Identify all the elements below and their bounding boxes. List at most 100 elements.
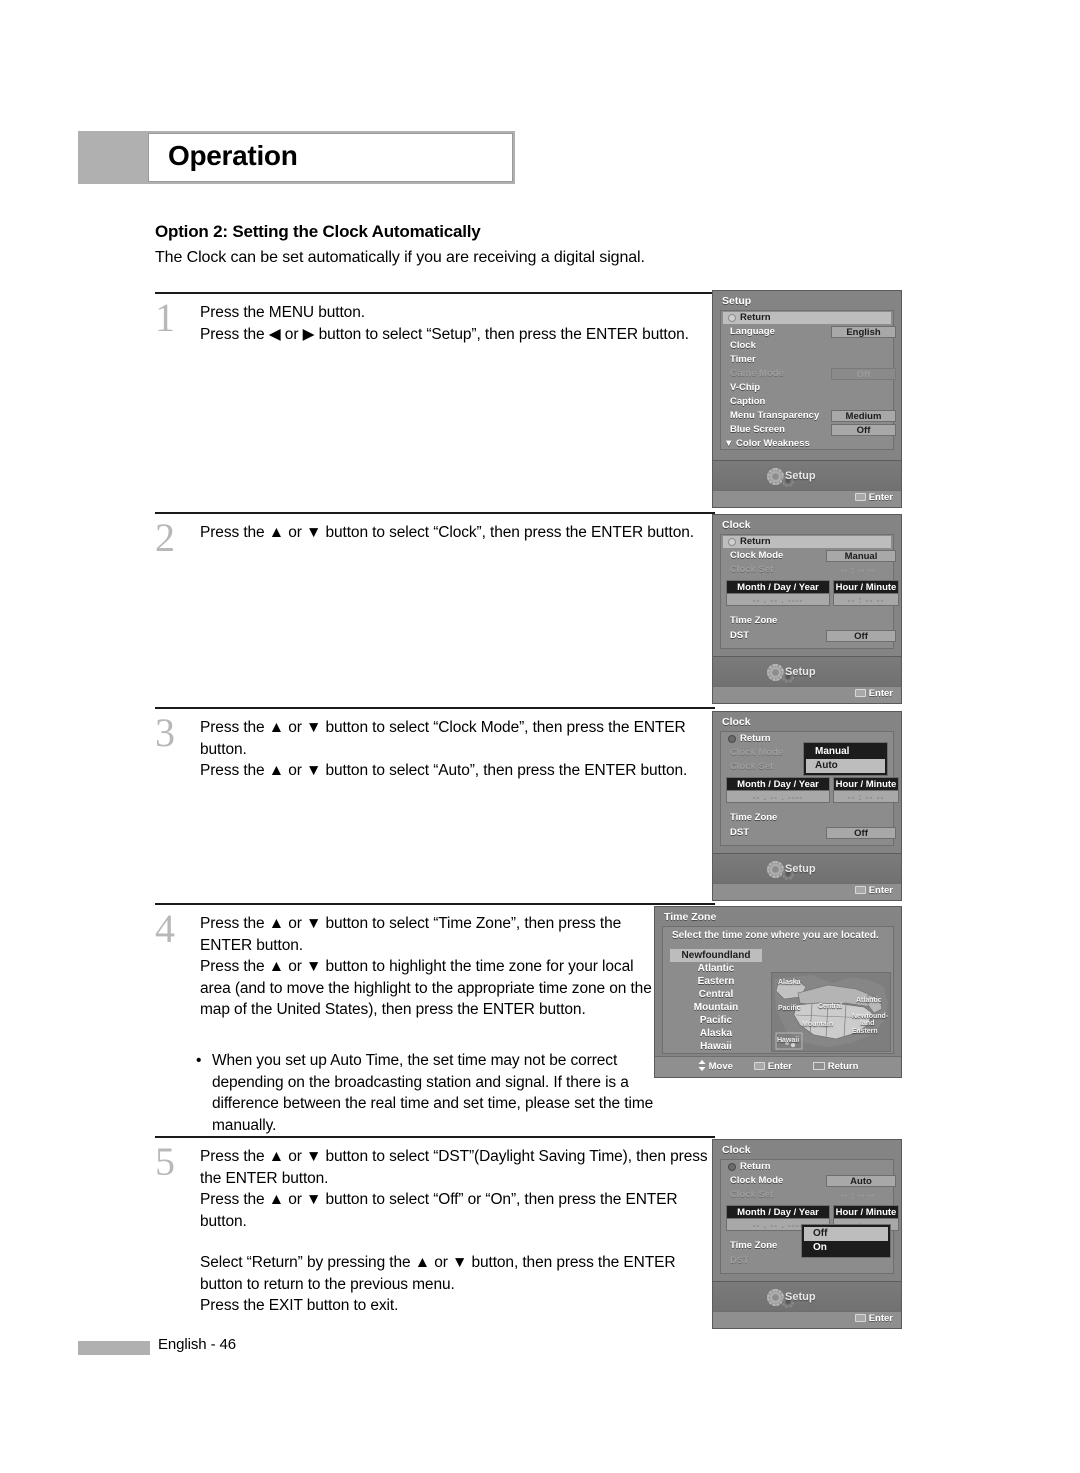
clock-item-clock-set: Clock Set -- : -- -- xyxy=(721,1188,893,1202)
clock-item-clock-set-label: Clock Set xyxy=(730,1189,774,1200)
enter-hint: Enter xyxy=(854,688,893,699)
map-label-hawaii: Hawaii xyxy=(777,1037,800,1044)
menu-item-menu-transparency[interactable]: Menu Transparency Medium xyxy=(721,409,896,423)
menu-item-timer[interactable]: Timer xyxy=(721,353,893,367)
clock-item-time-zone[interactable]: Time Zone xyxy=(721,811,893,825)
step-2-line-1: Press the ▲ or ▼ button to select “Clock… xyxy=(200,524,694,541)
osd-clock-dst-enter-bar: Enter xyxy=(713,1311,901,1328)
clock-item-return-label: Return xyxy=(740,733,771,744)
menu-item-caption-label: Caption xyxy=(730,396,766,407)
map-label-central: Central xyxy=(818,1003,843,1010)
dst-options-dropdown[interactable]: Off On xyxy=(801,1224,891,1258)
return-key-icon xyxy=(812,1062,825,1070)
menu-value-blue-screen[interactable]: Off xyxy=(831,424,896,436)
date-header: Month / Day / Year xyxy=(726,1205,830,1219)
menu-value-menu-transparency[interactable]: Medium xyxy=(831,410,896,422)
menu-item-menu-transparency-label: Menu Transparency xyxy=(730,410,820,421)
clock-item-time-zone-label: Time Zone xyxy=(730,1240,778,1251)
clock-item-time-zone[interactable]: Time Zone xyxy=(721,614,893,628)
clock-item-clock-mode[interactable]: Clock Mode Auto xyxy=(721,1174,896,1188)
clock-item-dst[interactable]: DST Off xyxy=(721,629,896,643)
menu-value-game-mode: Off xyxy=(831,368,896,380)
step-3-line-1: Press the ▲ or ▼ button to select “Clock… xyxy=(200,719,686,758)
date-column[interactable]: Month / Day / Year -- . -- . ---- xyxy=(726,580,830,606)
menu-item-color-weakness[interactable]: ▼ Color Weakness xyxy=(721,437,893,451)
nav-enter: Enter xyxy=(753,1057,792,1077)
clock-mode-options-dropdown[interactable]: Manual Auto xyxy=(803,742,888,776)
osd-clock-manual-footer: Setup Enter xyxy=(713,656,901,703)
time-value[interactable]: -- : -- -- xyxy=(833,791,899,803)
clock-item-return[interactable]: Return xyxy=(721,535,893,549)
nav-enter-label: Enter xyxy=(767,1061,792,1072)
divider-step-5 xyxy=(155,1136,715,1138)
enter-hint-label: Enter xyxy=(868,1313,893,1324)
clock-item-dst[interactable]: DST Off xyxy=(721,826,896,840)
clock-item-return[interactable]: Return xyxy=(721,1160,893,1174)
clock-mode-option-auto[interactable]: Auto xyxy=(806,759,885,773)
date-value[interactable]: -- . -- . ---- xyxy=(726,594,830,606)
step-3: 3 Press the ▲ or ▼ button to select “Clo… xyxy=(155,713,720,782)
nav-return: Return xyxy=(812,1057,858,1077)
step-5: 5 Press the ▲ or ▼ button to select “DST… xyxy=(155,1142,720,1317)
osd-setup-body: Return Language English Clock Timer Game… xyxy=(720,310,896,451)
menu-value-language[interactable]: English xyxy=(831,326,896,338)
osd-clock-manual-footer-label: Setup xyxy=(785,666,816,678)
menu-item-clock[interactable]: Clock xyxy=(721,339,893,353)
menu-item-return[interactable]: Return xyxy=(721,311,893,325)
menu-item-language[interactable]: Language English xyxy=(721,325,896,339)
step-4-note-text: When you set up Auto Time, the set time … xyxy=(212,1052,654,1134)
time-zone-item-hawaii[interactable]: Hawaii xyxy=(670,1040,762,1053)
clock-item-clock-mode-label: Clock Mode xyxy=(730,1175,784,1186)
clock-value-dst[interactable]: Off xyxy=(826,827,896,839)
menu-item-blue-screen[interactable]: Blue Screen Off xyxy=(721,423,896,437)
dst-option-on[interactable]: On xyxy=(804,1241,888,1255)
time-zone-item-newfoundland[interactable]: Newfoundland xyxy=(670,949,762,962)
date-column[interactable]: Month / Day / Year -- . -- . ---- xyxy=(726,777,830,803)
time-column[interactable]: Hour / Minute -- : -- -- xyxy=(833,777,899,803)
time-zone-list[interactable]: Newfoundland Atlantic Eastern Central Mo… xyxy=(670,949,762,1053)
osd-time-zone-title: Time Zone xyxy=(664,911,717,923)
step-5-line-4: Press the EXIT button to exit. xyxy=(200,1297,399,1314)
return-icon xyxy=(728,735,736,743)
time-column[interactable]: Hour / Minute -- : -- -- xyxy=(833,580,899,606)
time-zone-item-pacific[interactable]: Pacific xyxy=(670,1014,762,1027)
time-zone-item-mountain[interactable]: Mountain xyxy=(670,1001,762,1014)
menu-item-timer-label: Timer xyxy=(730,354,756,365)
clock-item-clock-mode[interactable]: Clock Mode Manual xyxy=(721,549,896,563)
osd-setup-footer-label: Setup xyxy=(785,470,816,482)
clock-item-time-zone-label: Time Zone xyxy=(730,615,778,626)
clock-datetime-group: Month / Day / Year -- . -- . ---- Hour /… xyxy=(726,580,899,606)
step-4-note: • When you set up Auto Time, the set tim… xyxy=(196,1050,666,1136)
osd-setup-enter-bar: Enter xyxy=(713,490,901,507)
time-zone-item-alaska[interactable]: Alaska xyxy=(670,1027,762,1040)
map-label-alaska: Alaska xyxy=(778,979,801,986)
time-zone-item-eastern[interactable]: Eastern xyxy=(670,975,762,988)
clock-item-clock-set: Clock Set -- : -- -- xyxy=(721,563,893,577)
clock-value-clock-set: -- : -- -- xyxy=(841,565,875,575)
divider-step-3 xyxy=(155,707,715,709)
menu-item-caption[interactable]: Caption xyxy=(721,395,893,409)
section-title: Option 2: Setting the Clock Automaticall… xyxy=(155,222,481,241)
osd-clock-mode-dropdown: Clock Return Clock Mode Clock Set Month … xyxy=(712,711,902,901)
divider-step-2 xyxy=(155,512,715,514)
enter-hint: Enter xyxy=(854,492,893,503)
us-timezone-map[interactable]: Alaska Pacific Central Atlantic Newfound… xyxy=(771,972,891,1052)
menu-item-v-chip[interactable]: V-Chip xyxy=(721,381,893,395)
time-zone-item-atlantic[interactable]: Atlantic xyxy=(670,962,762,975)
menu-item-game-mode-label: Game Mode xyxy=(730,368,784,379)
clock-mode-option-manual[interactable]: Manual xyxy=(806,745,885,759)
date-value[interactable]: -- . -- . ---- xyxy=(726,791,830,803)
clock-value-dst[interactable]: Off xyxy=(826,630,896,642)
enter-hint-label: Enter xyxy=(868,885,893,896)
step-1-line-1: Press the MENU button. xyxy=(200,304,365,321)
enter-key-icon xyxy=(753,1062,765,1070)
osd-clock-mode-enter-bar: Enter xyxy=(713,883,901,900)
dst-option-off[interactable]: Off xyxy=(804,1227,888,1241)
clock-value-clock-mode[interactable]: Manual xyxy=(826,550,896,562)
clock-value-clock-mode[interactable]: Auto xyxy=(826,1175,896,1187)
menu-item-language-label: Language xyxy=(730,326,775,337)
time-value[interactable]: -- : -- -- xyxy=(833,594,899,606)
clock-item-return-label: Return xyxy=(740,1161,771,1172)
time-zone-item-central[interactable]: Central xyxy=(670,988,762,1001)
map-label-atlantic: Atlantic xyxy=(856,997,882,1004)
